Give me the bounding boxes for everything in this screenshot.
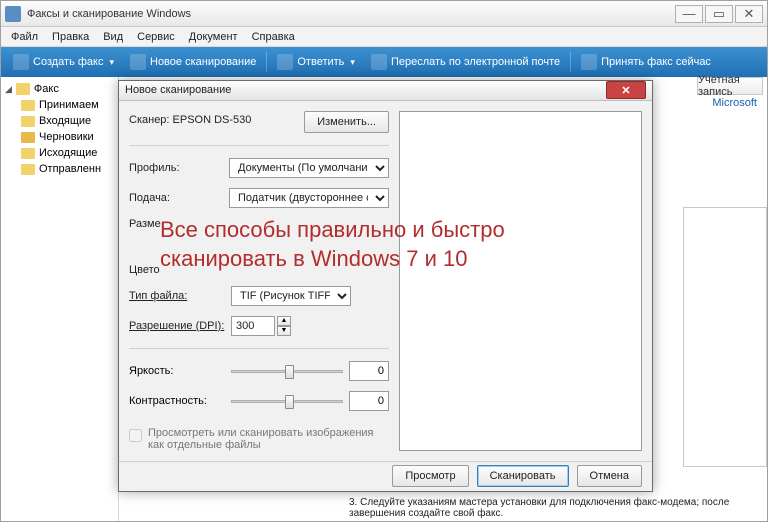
preview-button[interactable]: Просмотр [392, 465, 468, 487]
tree-collapse-icon[interactable]: ◢ [5, 84, 12, 95]
scanner-label: Сканер: EPSON DS-530 [129, 114, 251, 126]
window-close-button[interactable]: ✕ [735, 5, 763, 23]
tree-item-inbox[interactable]: Входящие [19, 113, 118, 129]
overlay-caption: Все способы правильно и быстро сканирова… [160, 216, 610, 273]
contrast-value: 0 [349, 391, 389, 411]
scan-preview-area [399, 111, 642, 451]
preview-panel [683, 207, 767, 467]
scanner-name: EPSON DS-530 [173, 114, 252, 126]
tree-item-outgoing[interactable]: Исходящие [19, 145, 118, 161]
footnote-text: 3. Следуйте указаниям мастера установки … [349, 497, 767, 519]
feed-label: Подача: [129, 192, 223, 204]
separate-files-checkbox[interactable]: Просмотреть или сканировать изображения … [129, 427, 389, 451]
profile-label: Профиль: [129, 162, 223, 174]
contrast-label: Контрастность: [129, 395, 225, 407]
folder-icon [21, 132, 35, 143]
folder-icon [16, 83, 30, 95]
tree-root-label: Факс [34, 83, 59, 95]
menu-service[interactable]: Сервис [131, 29, 181, 45]
cancel-button[interactable]: Отмена [577, 465, 642, 487]
new-scan-button[interactable]: Новое сканирование [124, 52, 262, 72]
tree-item-drafts[interactable]: Черновики [19, 129, 118, 145]
brightness-slider[interactable] [231, 361, 343, 381]
dpi-label: Разрешение (DPI): [129, 320, 225, 332]
new-fax-button[interactable]: Создать факс▾ [7, 52, 120, 72]
menu-help[interactable]: Справка [246, 29, 301, 45]
contrast-slider[interactable] [231, 391, 343, 411]
brightness-label: Яркость: [129, 365, 225, 377]
account-value: Microsoft [712, 97, 757, 109]
dpi-stepper[interactable]: ▲▼ [231, 316, 291, 336]
window-title: Факсы и сканирование Windows [27, 8, 675, 20]
dialog-title: Новое сканирование [125, 84, 606, 96]
receive-now-button[interactable]: Принять факс сейчас [575, 52, 717, 72]
scan-button[interactable]: Сканировать [477, 465, 569, 487]
reply-button[interactable]: Ответить▾ [271, 52, 361, 72]
tree-root-fax[interactable]: ◢ Факс [1, 81, 118, 97]
filetype-select[interactable]: TIF (Рисунок TIFF) [231, 286, 351, 306]
filetype-label: Тип файла: [129, 290, 225, 302]
dialog-close-button[interactable]: ✕ [606, 81, 646, 99]
folder-icon [21, 148, 35, 159]
menu-document[interactable]: Документ [183, 29, 244, 45]
new-scan-dialog: Новое сканирование ✕ Сканер: EPSON DS-53… [118, 80, 653, 492]
menubar: Файл Правка Вид Сервис Документ Справка [1, 27, 767, 47]
checkbox-label: Просмотреть или сканировать изображения … [148, 427, 389, 451]
scan-icon [130, 54, 146, 70]
titlebar: Факсы и сканирование Windows — ▭ ✕ [1, 1, 767, 27]
folder-icon [21, 164, 35, 175]
checkbox-input[interactable] [129, 429, 142, 442]
forward-button[interactable]: Переслать по электронной почте [365, 52, 566, 72]
folder-tree: ◢ Факс Принимаем Входящие Черновики Исхо… [1, 77, 119, 521]
chevron-down-icon: ▾ [109, 57, 114, 68]
feed-select[interactable]: Податчик (двустороннее сканир [229, 188, 389, 208]
change-scanner-button[interactable]: Изменить... [304, 111, 389, 133]
toolbar: Создать факс▾ Новое сканирование Ответит… [1, 47, 767, 77]
menu-edit[interactable]: Правка [46, 29, 95, 45]
reply-icon [277, 54, 293, 70]
folder-icon [21, 116, 35, 127]
folder-icon [21, 100, 35, 111]
menu-view[interactable]: Вид [97, 29, 129, 45]
receive-icon [581, 54, 597, 70]
profile-select[interactable]: Документы (По умолчанию) [229, 158, 389, 178]
spin-down-icon[interactable]: ▼ [277, 326, 291, 336]
fax-icon [13, 54, 29, 70]
tree-item-incoming[interactable]: Принимаем [19, 97, 118, 113]
brightness-value: 0 [349, 361, 389, 381]
forward-icon [371, 54, 387, 70]
menu-file[interactable]: Файл [5, 29, 44, 45]
dialog-titlebar: Новое сканирование ✕ [119, 81, 652, 101]
tree-item-sent[interactable]: Отправленн [19, 161, 118, 177]
scan-form: Сканер: EPSON DS-530 Изменить... Профиль… [129, 111, 389, 451]
dialog-footer: Просмотр Сканировать Отмена [119, 461, 652, 491]
minimize-button[interactable]: — [675, 5, 703, 23]
maximize-button[interactable]: ▭ [705, 5, 733, 23]
app-icon [5, 6, 21, 22]
chevron-down-icon: ▾ [350, 57, 355, 68]
spin-up-icon[interactable]: ▲ [277, 316, 291, 326]
column-account[interactable]: Учетная запись [697, 77, 763, 95]
dpi-input[interactable] [231, 316, 275, 336]
